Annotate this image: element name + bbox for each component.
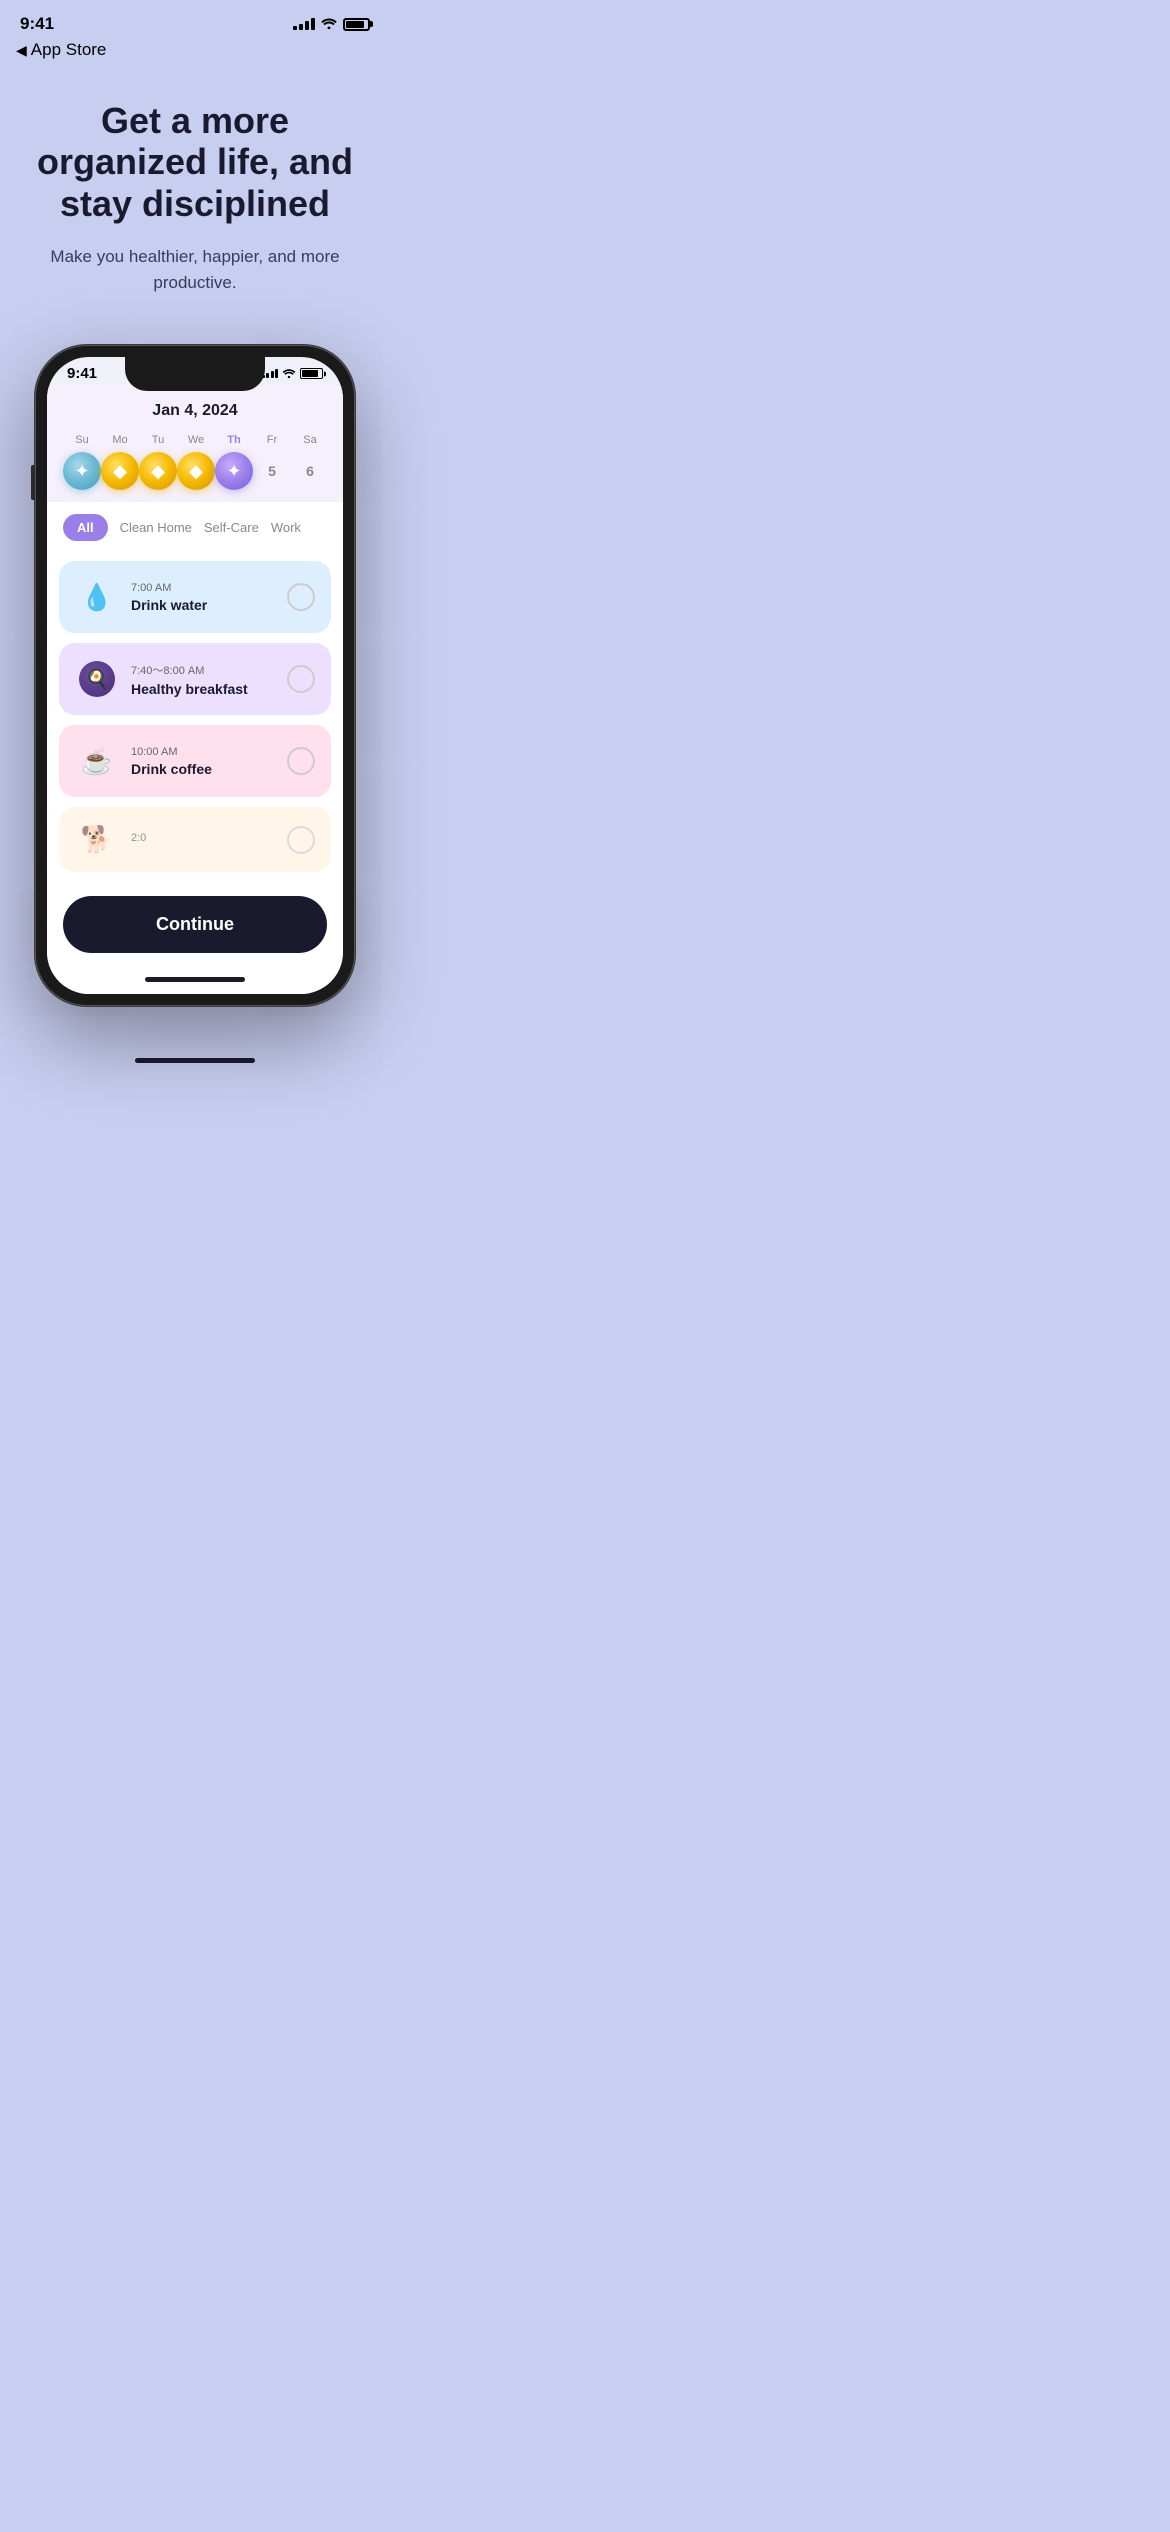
day-badge-sa: 6 xyxy=(291,452,329,490)
day-label-tu: Tu xyxy=(152,434,164,446)
wifi-icon xyxy=(321,16,337,32)
day-cell-tu: Tu ◆ xyxy=(139,434,177,490)
inner-home-indicator xyxy=(47,969,343,994)
day-label-fr: Fr xyxy=(267,434,277,446)
hero-title: Get a more organized life, and stay disc… xyxy=(30,100,360,224)
gem-star-tu: ◆ xyxy=(151,461,165,482)
day-label-mo: Mo xyxy=(112,434,127,446)
habit-info-drink-water: 7:00 AM Drink water xyxy=(131,582,275,613)
continue-btn-container: Continue xyxy=(47,884,343,969)
inner-time: 9:41 xyxy=(67,365,97,382)
habit-time-drink-water: 7:00 AM xyxy=(131,582,275,594)
inner-wifi-icon xyxy=(282,367,296,381)
gem-star-mo: ◆ xyxy=(113,461,127,482)
habit-check-walk-dog[interactable] xyxy=(287,826,315,854)
day-cell-su: Su ✦ xyxy=(63,434,101,490)
gem-su: ✦ xyxy=(63,452,101,490)
tab-work[interactable]: Work xyxy=(271,520,301,535)
home-bar xyxy=(145,977,245,982)
inner-status-icons xyxy=(262,367,324,381)
day-cell-th: Th ✦ xyxy=(215,434,253,490)
habit-time-drink-coffee: 10:00 AM xyxy=(131,746,275,758)
gem-star-th: ✦ xyxy=(226,461,241,482)
day-label-su: Su xyxy=(75,434,88,446)
day-cell-mo: Mo ◆ xyxy=(101,434,139,490)
day-label-we: We xyxy=(188,434,204,446)
habit-check-healthy-breakfast[interactable] xyxy=(287,665,315,693)
habit-info-drink-coffee: 10:00 AM Drink coffee xyxy=(131,746,275,777)
habit-time-walk-dog: 2:0 xyxy=(131,832,275,844)
habit-time-healthy-breakfast: 7:40〜8:00 AM xyxy=(131,662,275,678)
signal-icon xyxy=(293,18,315,30)
calendar-date: Jan 4, 2024 xyxy=(63,402,327,420)
gem-mo: ◆ xyxy=(101,452,139,490)
gem-th: ✦ xyxy=(215,452,253,490)
habit-name-drink-water: Drink water xyxy=(131,597,275,613)
phone-screen: 9:41 xyxy=(47,357,343,994)
habit-card-drink-coffee[interactable]: ☕ 10:00 AM Drink coffee xyxy=(59,725,331,797)
hero-section: Get a more organized life, and stay disc… xyxy=(0,70,390,315)
habit-check-drink-water[interactable] xyxy=(287,583,315,611)
outer-home-indicator xyxy=(0,1046,390,1071)
app-store-back[interactable]: ◀ App Store xyxy=(0,40,390,70)
habit-icon-healthy-breakfast: 🍳 xyxy=(75,657,119,701)
day-label-th: Th xyxy=(227,434,240,446)
week-row: Su ✦ Mo ◆ Tu xyxy=(63,434,327,490)
tab-clean-home[interactable]: Clean Home xyxy=(120,520,192,535)
day-label-sa: Sa xyxy=(303,434,316,446)
habits-section: 💧 7:00 AM Drink water 🍳 7:40〜8:00 AM Hea… xyxy=(47,553,343,884)
habit-check-drink-coffee[interactable] xyxy=(287,747,315,775)
continue-button[interactable]: Continue xyxy=(63,896,327,953)
battery-icon xyxy=(343,18,370,31)
day-cell-we: We ◆ xyxy=(177,434,215,490)
phone-frame: 9:41 xyxy=(35,345,355,1006)
day-badge-fr: 5 xyxy=(253,452,291,490)
habit-info-healthy-breakfast: 7:40〜8:00 AM Healthy breakfast xyxy=(131,662,275,697)
status-bar: 9:41 xyxy=(0,0,390,40)
gem-we: ◆ xyxy=(177,452,215,490)
back-arrow-icon: ◀ xyxy=(16,42,27,59)
habit-card-drink-water[interactable]: 💧 7:00 AM Drink water xyxy=(59,561,331,633)
hero-subtitle: Make you healthier, happier, and more pr… xyxy=(30,244,360,295)
status-icons xyxy=(293,16,370,32)
habit-name-drink-coffee: Drink coffee xyxy=(131,761,275,777)
tabs-section: All Clean Home Self-Care Work xyxy=(47,502,343,553)
habit-icon-walk-dog: 🐕 xyxy=(75,818,119,862)
tab-self-care[interactable]: Self-Care xyxy=(204,520,259,535)
habit-icon-drink-water: 💧 xyxy=(75,575,119,619)
status-time: 9:41 xyxy=(20,14,54,34)
habit-icon-drink-coffee: ☕ xyxy=(75,739,119,783)
day-cell-fr: Fr 5 xyxy=(253,434,291,490)
habit-info-walk-dog: 2:0 xyxy=(131,832,275,847)
habit-name-healthy-breakfast: Healthy breakfast xyxy=(131,681,275,697)
inner-battery-icon xyxy=(300,368,323,379)
habit-card-healthy-breakfast[interactable]: 🍳 7:40〜8:00 AM Healthy breakfast xyxy=(59,643,331,715)
tab-all[interactable]: All xyxy=(63,514,108,541)
day-cell-sa: Sa 6 xyxy=(291,434,329,490)
gem-star-we: ◆ xyxy=(189,461,203,482)
app-store-label: App Store xyxy=(31,40,107,60)
outer-home-bar xyxy=(135,1058,255,1063)
phone-notch xyxy=(125,357,265,391)
phone-mockup-container: 9:41 xyxy=(0,315,390,1046)
gem-tu: ◆ xyxy=(139,452,177,490)
habit-card-walk-dog[interactable]: 🐕 2:0 xyxy=(59,807,331,872)
gem-star-su: ✦ xyxy=(74,461,89,482)
calendar-section: Jan 4, 2024 Su ✦ Mo ◆ xyxy=(47,386,343,502)
